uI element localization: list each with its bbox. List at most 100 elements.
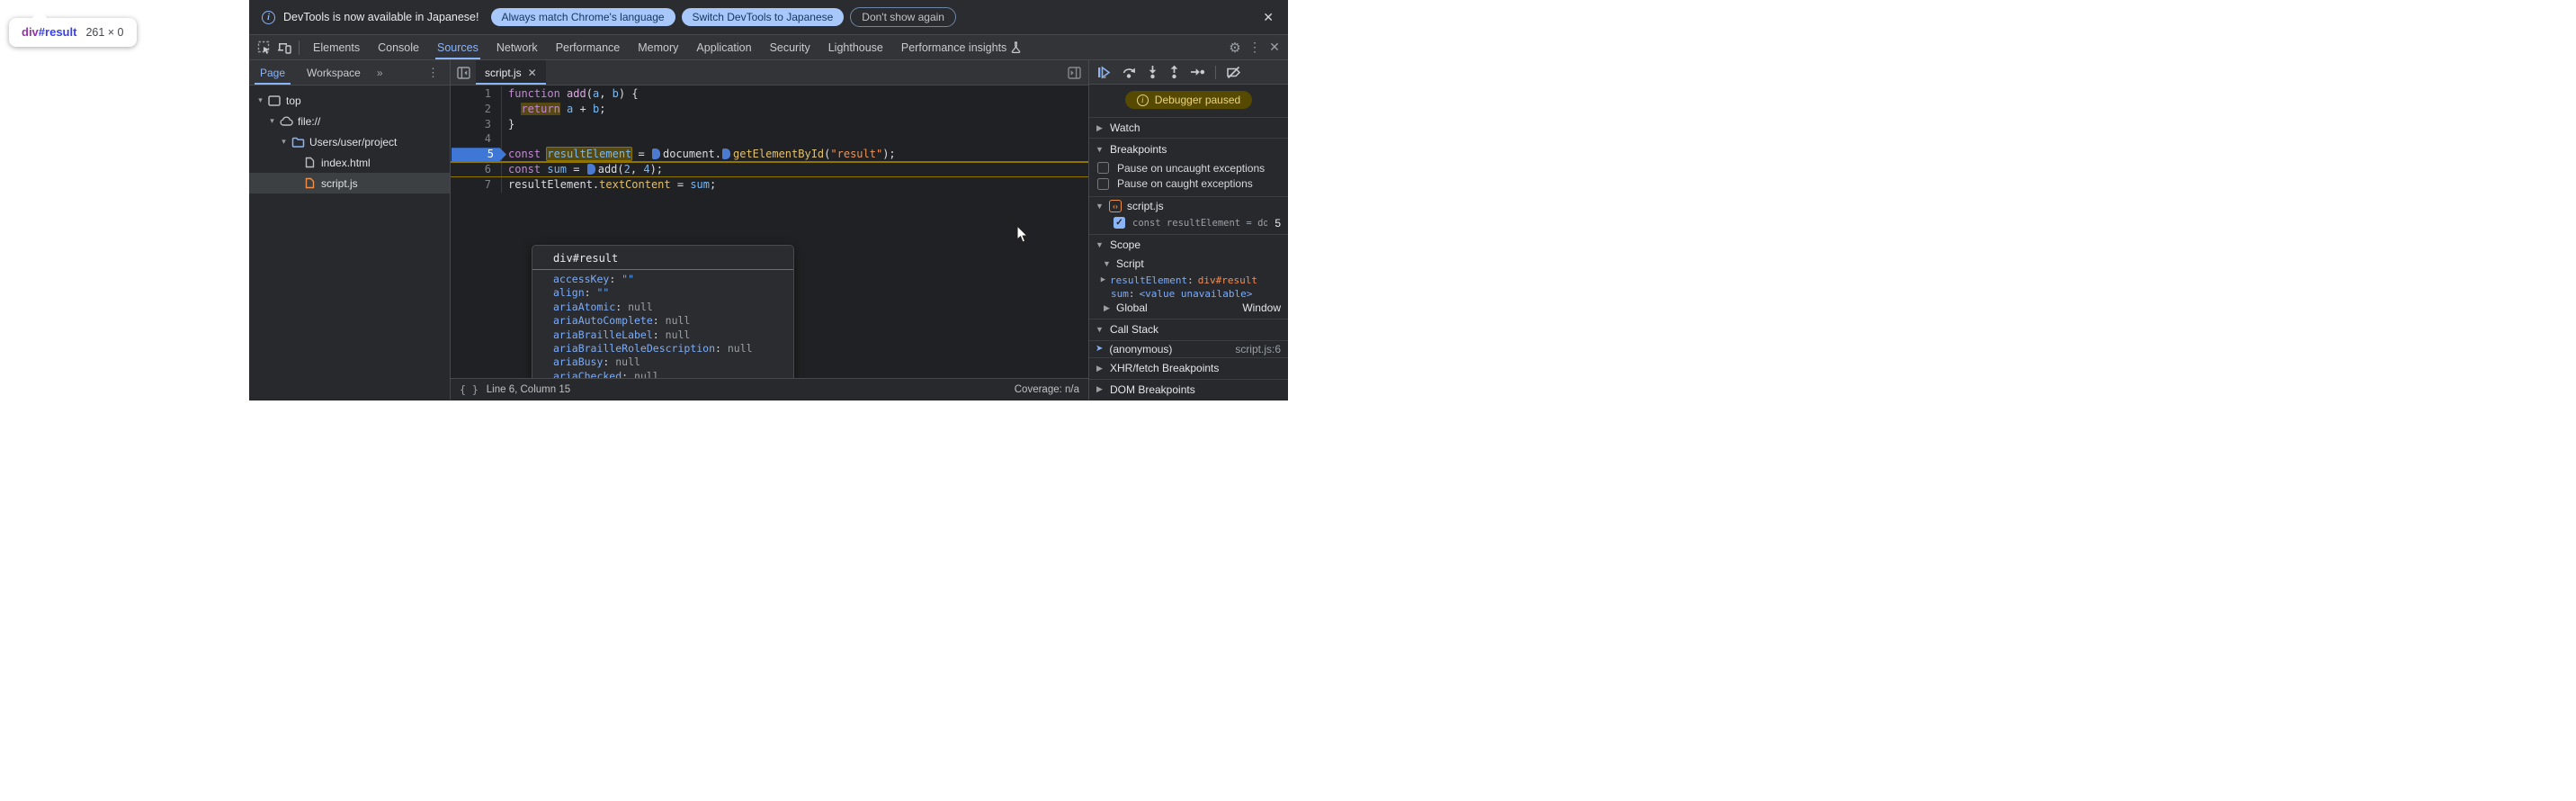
property-key: ariaChecked (553, 370, 622, 378)
inline-breakpoint-chip[interactable] (587, 164, 595, 175)
tree-item-index-html[interactable]: index.html (249, 152, 450, 173)
property-row: ariaBrailleLabel: null (532, 328, 793, 342)
hovered-variable: resultElement (547, 148, 631, 160)
tab-console[interactable]: Console (369, 35, 428, 59)
code-line[interactable]: 5const resultElement = document.getEleme… (451, 147, 1088, 162)
tab-performance[interactable]: Performance (547, 35, 630, 59)
tab-application[interactable]: Application (687, 35, 760, 59)
section-xhr-breakpoints[interactable]: ▶ XHR/fetch Breakpoints (1089, 357, 1288, 378)
token: ; (710, 178, 716, 191)
editor-tab-close-icon[interactable]: ✕ (528, 67, 537, 79)
line-number[interactable]: 5 (451, 147, 502, 162)
resume-script-icon[interactable] (1096, 66, 1112, 79)
navigator-kebab-icon[interactable]: ⋮ (420, 66, 446, 80)
code-editor[interactable]: div#result accessKey: ""align: ""ariaAto… (451, 86, 1088, 378)
tab-sources[interactable]: Sources (428, 35, 487, 59)
property-row: ariaAutoComplete: null (532, 314, 793, 328)
deactivate-breakpoints-icon[interactable] (1226, 66, 1242, 79)
breakpoint-entry[interactable]: ✓ const resultElement = doc⋯ 5 (1089, 216, 1288, 235)
infobar-buttons: Always match Chrome's language Switch Dev… (491, 11, 962, 23)
step-over-icon[interactable] (1122, 66, 1137, 79)
line-number[interactable]: 4 (451, 131, 502, 147)
settings-gear-icon[interactable]: ⚙ (1225, 39, 1245, 57)
property-value: null (666, 314, 691, 327)
pause-caught-checkbox[interactable] (1097, 178, 1109, 190)
tree-item-script-js[interactable]: script.js (249, 173, 450, 194)
screen: div#result261 × 0 i DevTools is now avai… (0, 0, 1288, 400)
property-colon: : (609, 273, 622, 285)
section-dom-breakpoints[interactable]: ▶ DOM Breakpoints (1089, 379, 1288, 400)
tab-security[interactable]: Security (761, 35, 819, 59)
pause-caught-row[interactable]: Pause on caught exceptions (1089, 176, 1288, 194)
tree-item-file-[interactable]: ▾file:// (249, 111, 450, 131)
code-line[interactable]: 1function add(a, b) { (451, 86, 1088, 102)
token: ; (599, 103, 605, 115)
xhr-breakpoints-label: XHR/fetch Breakpoints (1110, 362, 1219, 374)
property-key: ariaBusy (553, 356, 603, 368)
expand-arrow-icon[interactable]: ▾ (278, 137, 290, 147)
pause-uncaught-row[interactable]: Pause on uncaught exceptions (1089, 159, 1288, 177)
breakpoint-file-group[interactable]: ▼ ‹› script.js (1089, 196, 1288, 216)
navigator-tab-workspace[interactable]: Workspace (296, 60, 371, 85)
editor-tab-scriptjs[interactable]: script.js ✕ (476, 60, 546, 85)
property-value: null (666, 328, 691, 341)
property-row: accessKey: "" (532, 273, 793, 286)
info-icon: i (262, 11, 275, 24)
call-stack-frame[interactable]: ➤ (anonymous) script.js:6 (1089, 340, 1288, 358)
expand-arrow-icon[interactable]: ▾ (255, 95, 266, 105)
infobar-close-icon[interactable]: ✕ (1257, 10, 1279, 25)
step-into-icon[interactable] (1147, 65, 1158, 79)
token: } (508, 118, 514, 130)
paused-statement-underline (451, 161, 1088, 163)
line-number[interactable]: 1 (451, 86, 502, 102)
inspect-element-icon[interactable] (255, 39, 274, 57)
section-call-stack[interactable]: ▼ Call Stack (1089, 319, 1288, 339)
infobar-button-switch-devtools-to-japanese[interactable]: Switch DevTools to Japanese (682, 8, 845, 26)
section-breakpoints[interactable]: ▼ Breakpoints (1089, 138, 1288, 158)
infobar-button-always-match-chrome-s-language[interactable]: Always match Chrome's language (491, 8, 675, 26)
js-file-icon: ‹› (1109, 200, 1122, 212)
scope-script-group[interactable]: ▼ Script (1089, 256, 1288, 274)
close-devtools-icon[interactable]: ✕ (1265, 39, 1284, 57)
code-line[interactable]: 4 (451, 131, 1088, 147)
scope-var-sum[interactable]: sum: <value unavailable> (1089, 287, 1288, 302)
tab-elements[interactable]: Elements (304, 35, 369, 59)
line-number[interactable]: 2 (451, 102, 502, 117)
token: getElementById (733, 148, 824, 160)
scope-global-group[interactable]: ▶ Global Window (1089, 301, 1288, 319)
kebab-menu-icon[interactable]: ⋮ (1245, 39, 1265, 57)
expand-arrow-icon[interactable]: ▾ (266, 116, 278, 126)
code-line[interactable]: 2 return a + b; (451, 102, 1088, 117)
tab-lighthouse[interactable]: Lighthouse (819, 35, 892, 59)
tree-item-users-user-project[interactable]: ▾Users/user/project (249, 131, 450, 152)
step-out-icon[interactable] (1168, 65, 1180, 79)
pause-uncaught-checkbox[interactable] (1097, 162, 1109, 174)
device-toolbar-icon[interactable] (274, 39, 294, 57)
code-line[interactable]: 7resultElement.textContent = sum; (451, 177, 1088, 193)
pretty-print-icon[interactable]: { } (460, 383, 479, 396)
breakpoint-checkbox[interactable]: ✓ (1114, 217, 1125, 229)
token: , (599, 87, 612, 100)
inline-breakpoint-chip[interactable] (652, 148, 660, 159)
code-line[interactable]: 6const sum = add(2, 4); (451, 162, 1088, 177)
scope-var-resultElement[interactable]: ▶ resultElement: div#result (1089, 273, 1288, 287)
tab-network[interactable]: Network (487, 35, 547, 59)
line-number[interactable]: 3 (451, 117, 502, 132)
line-number[interactable]: 7 (451, 177, 502, 193)
more-tabs-icon[interactable]: » (371, 67, 388, 79)
inline-breakpoint-chip[interactable] (722, 148, 730, 159)
navigator-tab-page[interactable]: Page (249, 60, 296, 85)
code-line[interactable]: 3} (451, 117, 1088, 132)
tree-item-top[interactable]: ▾top (249, 90, 450, 111)
tab-performance-insights[interactable]: Performance insights (892, 35, 1030, 59)
code-text (502, 131, 508, 147)
infobar-button-don-t-show-again[interactable]: Don't show again (850, 7, 956, 27)
show-debugger-sidebar-icon[interactable] (1068, 67, 1088, 79)
navigator-tabs: Page Workspace » ⋮ (249, 60, 450, 86)
section-scope[interactable]: ▼ Scope (1089, 234, 1288, 255)
tab-memory[interactable]: Memory (629, 35, 687, 59)
hide-navigator-icon[interactable] (451, 67, 476, 79)
section-watch[interactable]: ▶ Watch (1089, 117, 1288, 138)
step-icon[interactable] (1190, 67, 1205, 77)
line-number[interactable]: 6 (451, 162, 502, 177)
